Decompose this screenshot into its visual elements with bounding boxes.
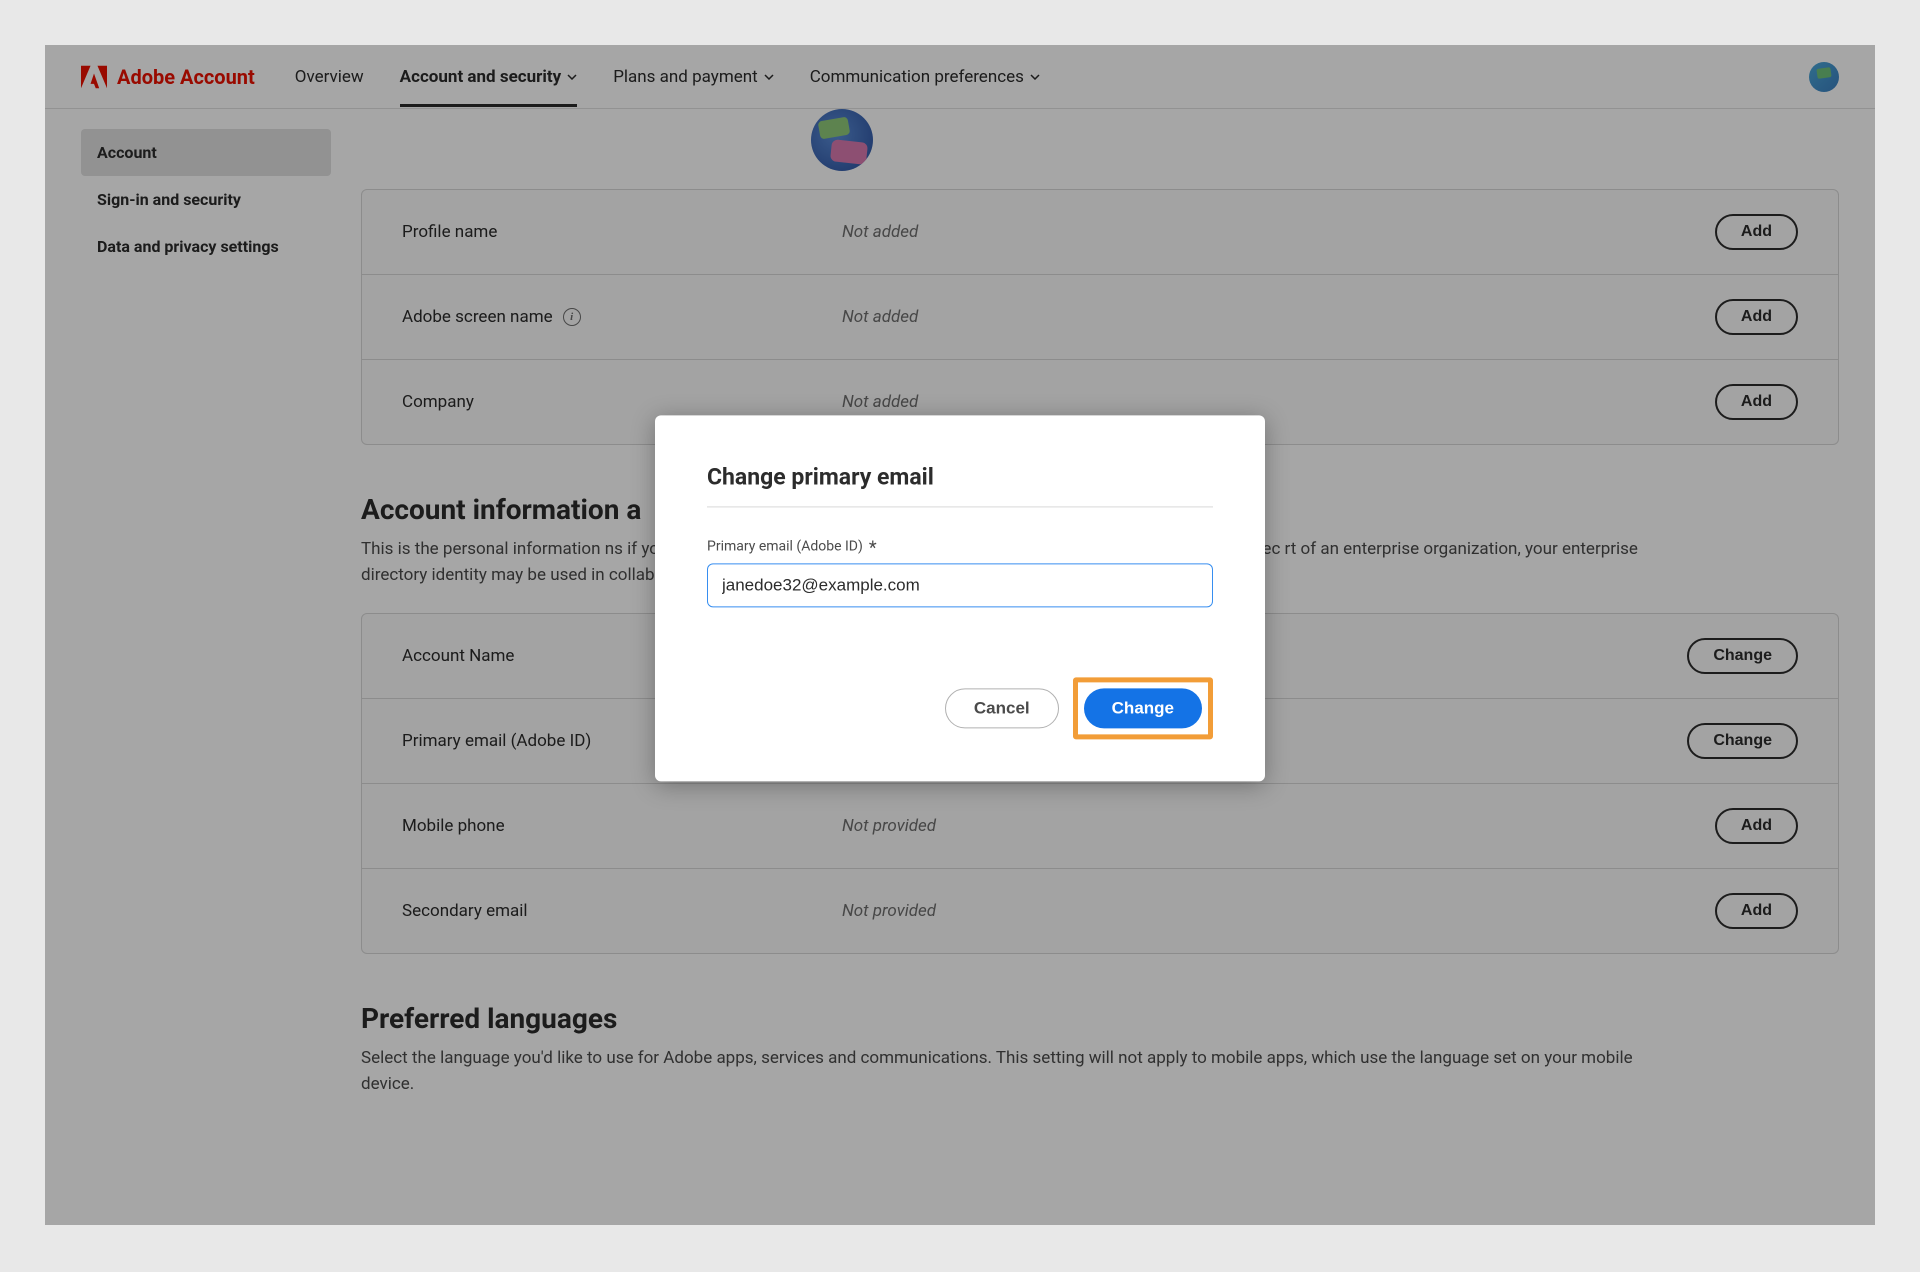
required-asterisk-icon: * [869, 539, 877, 557]
field-label-text: Primary email (Adobe ID) [707, 538, 863, 554]
cancel-button[interactable]: Cancel [945, 688, 1059, 728]
change-email-modal: Change primary email Primary email (Adob… [655, 415, 1265, 781]
highlight-annotation: Change [1073, 677, 1213, 739]
modal-actions: Cancel Change [707, 677, 1213, 739]
primary-email-input[interactable] [707, 563, 1213, 607]
email-field-label: Primary email (Adobe ID) * [707, 537, 1213, 555]
modal-title: Change primary email [707, 463, 1213, 507]
change-button[interactable]: Change [1084, 688, 1202, 728]
